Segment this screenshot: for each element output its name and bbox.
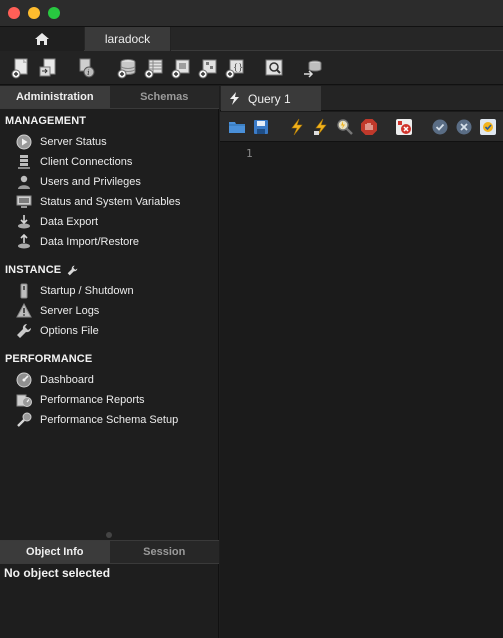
create-function-icon[interactable]: {} xyxy=(224,57,246,79)
connection-tab-bar: laradock xyxy=(0,27,503,51)
create-schema-icon[interactable] xyxy=(116,57,138,79)
zoom-window-button[interactable] xyxy=(48,7,60,19)
nav-item-server-status[interactable]: Server Status xyxy=(16,132,107,152)
inspector-icon[interactable]: i xyxy=(76,57,98,79)
navigator-sidebar: Administration Schemas MANAGEMENT Server… xyxy=(0,86,219,638)
query-tab[interactable]: Query 1 xyxy=(221,86,321,111)
execute-current-icon[interactable] xyxy=(312,118,330,136)
reconnect-icon[interactable] xyxy=(302,57,324,79)
play-circle-icon xyxy=(16,134,32,150)
window-titlebar xyxy=(0,0,503,27)
nav-item-client-connections[interactable]: Client Connections xyxy=(16,152,132,172)
section-management-label: MANAGEMENT xyxy=(5,115,87,127)
wrench-icon xyxy=(16,323,32,339)
line-number: 1 xyxy=(246,147,253,160)
nav-item-users-privileges[interactable]: Users and Privileges xyxy=(16,172,141,192)
tab-schemas[interactable]: Schemas xyxy=(109,86,219,108)
data-export-icon xyxy=(16,214,32,230)
open-file-icon[interactable] xyxy=(228,118,246,136)
toggle-error-icon[interactable] xyxy=(395,118,413,136)
nav-item-label: Startup / Shutdown xyxy=(40,285,134,297)
nav-item-performance-schema-setup[interactable]: Performance Schema Setup xyxy=(16,410,178,430)
nav-item-performance-reports[interactable]: Performance Reports xyxy=(16,390,145,410)
main-toolbar: i {} xyxy=(0,51,503,85)
nav-item-options-file[interactable]: Options File xyxy=(16,321,99,341)
nav-item-label: Server Logs xyxy=(40,305,100,317)
query-tab-bar: Query 1 xyxy=(220,86,503,111)
nav-item-label: Status and System Variables xyxy=(40,196,181,208)
section-performance-label: PERFORMANCE xyxy=(5,353,93,365)
svg-text:{}: {} xyxy=(233,63,243,72)
query-panel: Query 1 1 xyxy=(220,86,503,638)
execute-icon[interactable] xyxy=(288,118,306,136)
nav-item-label: Options File xyxy=(40,325,99,337)
section-performance-title: PERFORMANCE xyxy=(5,353,92,365)
nav-item-label: Server Status xyxy=(40,136,107,148)
nav-item-label: Client Connections xyxy=(40,156,133,168)
data-import-icon xyxy=(16,234,32,250)
rollback-icon[interactable] xyxy=(455,118,473,136)
new-sql-tab-icon[interactable] xyxy=(10,57,32,79)
query-tab-label: Query 1 xyxy=(248,91,291,106)
section-instance-title: INSTANCE xyxy=(5,264,78,276)
nav-item-data-export[interactable]: Data Export xyxy=(16,212,98,232)
nav-item-label: Dashboard xyxy=(40,374,94,386)
open-sql-script-icon[interactable] xyxy=(38,57,60,79)
lightning-icon xyxy=(230,92,239,105)
nav-item-startup-shutdown[interactable]: Startup / Shutdown xyxy=(16,281,134,301)
nav-item-label: Data Import/Restore xyxy=(40,236,140,248)
stop-icon[interactable] xyxy=(360,118,378,136)
section-management-title: MANAGEMENT xyxy=(5,115,86,127)
dashboard-icon xyxy=(16,372,32,388)
connection-tab[interactable]: laradock xyxy=(85,27,171,51)
create-table-icon[interactable] xyxy=(143,57,165,79)
performance-reports-icon xyxy=(16,392,32,408)
save-icon[interactable] xyxy=(252,118,270,136)
monitor-icon xyxy=(16,194,32,210)
warning-icon xyxy=(16,303,32,319)
client-connections-icon xyxy=(16,154,32,170)
svg-text:i: i xyxy=(87,69,89,77)
nav-item-label: Performance Schema Setup xyxy=(40,414,179,426)
object-info-text: No object selected xyxy=(4,566,111,580)
tab-object-info[interactable]: Object Info xyxy=(0,541,110,563)
info-tabs: Object Info Session xyxy=(0,540,219,564)
tab-session[interactable]: Session xyxy=(109,541,219,563)
search-table-data-icon[interactable] xyxy=(263,57,285,79)
user-icon xyxy=(16,174,32,190)
home-icon xyxy=(35,33,49,45)
nav-item-dashboard[interactable]: Dashboard xyxy=(16,370,94,390)
section-instance-label: INSTANCE xyxy=(5,264,62,276)
tab-administration[interactable]: Administration xyxy=(0,86,110,108)
nav-item-server-logs[interactable]: Server Logs xyxy=(16,301,99,321)
query-toolbar xyxy=(220,112,503,142)
nav-item-status-variables[interactable]: Status and System Variables xyxy=(16,192,180,212)
commit-icon[interactable] xyxy=(431,118,449,136)
navigator-tabs: Administration Schemas xyxy=(0,86,219,109)
nav-item-label: Users and Privileges xyxy=(40,176,141,188)
server-icon xyxy=(16,283,32,299)
sql-editor[interactable]: 1 xyxy=(220,143,503,638)
nav-item-label: Data Export xyxy=(40,216,99,228)
nav-item-data-import[interactable]: Data Import/Restore xyxy=(16,232,139,252)
autocommit-icon[interactable] xyxy=(479,118,497,136)
minimize-window-button[interactable] xyxy=(28,7,40,19)
create-procedure-icon[interactable] xyxy=(197,57,219,79)
schema-setup-icon xyxy=(16,412,32,428)
home-tab[interactable] xyxy=(0,27,84,51)
create-view-icon[interactable] xyxy=(170,57,192,79)
panel-splitter-handle[interactable] xyxy=(106,532,112,538)
connection-tab-label: laradock xyxy=(104,32,151,46)
explain-icon[interactable] xyxy=(336,118,354,136)
nav-item-label: Performance Reports xyxy=(40,394,145,406)
close-window-button[interactable] xyxy=(8,7,20,19)
wrench-icon xyxy=(67,265,78,275)
line-number-gutter: 1 xyxy=(220,143,256,638)
